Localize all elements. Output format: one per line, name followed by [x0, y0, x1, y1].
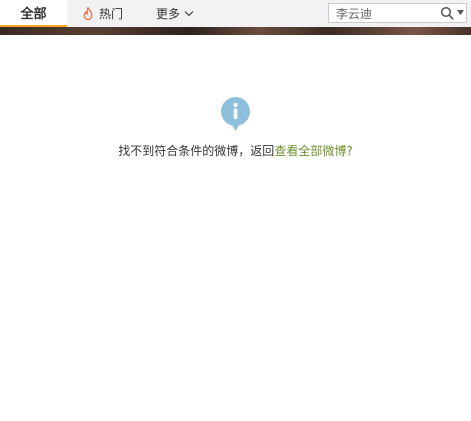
tab-hot-label: 热门 — [99, 7, 124, 21]
empty-state-text: 找不到符合条件的微博，返回 — [118, 144, 275, 158]
tab-hot[interactable]: 热门 — [82, 0, 123, 27]
fire-icon — [83, 7, 93, 20]
search-box — [328, 3, 467, 23]
search-icon[interactable] — [440, 6, 454, 20]
search-input[interactable] — [329, 4, 440, 22]
info-icon — [221, 97, 250, 131]
chevron-down-icon — [184, 11, 194, 17]
caret-down-icon[interactable] — [457, 10, 464, 15]
top-navigation-bar: 全部 热门 更多 — [0, 0, 471, 27]
tab-more[interactable]: 更多 — [156, 0, 194, 27]
tab-more-label: 更多 — [156, 7, 181, 21]
header-banner-strip — [0, 27, 471, 35]
empty-state-message: 找不到符合条件的微博，返回查看全部微博? — [0, 142, 471, 159]
view-all-weibo-link[interactable]: 查看全部微博? — [274, 144, 352, 158]
tab-all-label: 全部 — [20, 7, 47, 22]
tab-all[interactable]: 全部 — [0, 0, 67, 27]
